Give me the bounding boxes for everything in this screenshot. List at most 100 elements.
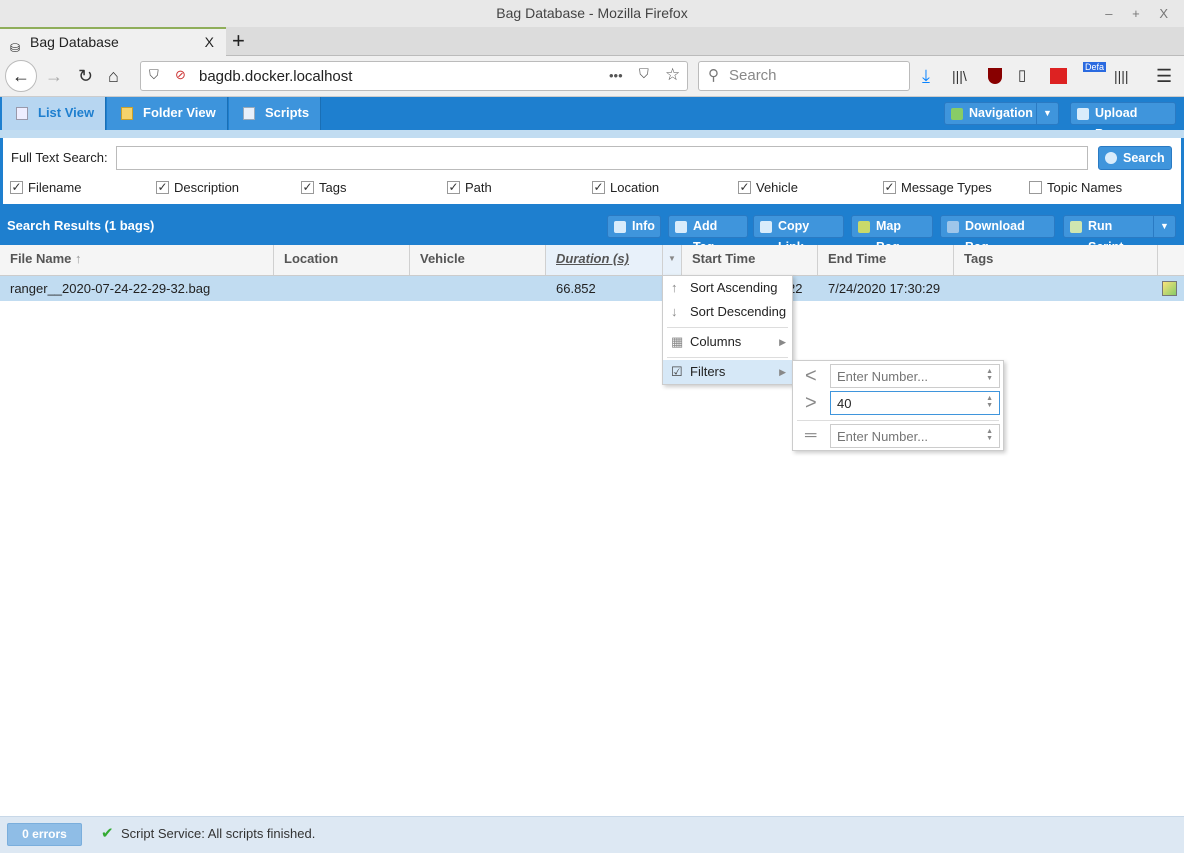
url-bar[interactable]: ⛉ ⊘ bagdb.docker.localhost ••• ⛉ ☆ (140, 61, 688, 91)
checkbox-icon[interactable] (1029, 181, 1042, 194)
full-text-search-input[interactable] (116, 146, 1088, 170)
navigation-label: Navigation (969, 106, 1033, 120)
spinner-icon[interactable]: ▲ ▼ (986, 395, 993, 409)
column-end-time[interactable]: End Time (818, 245, 954, 275)
copy-link-button[interactable]: Copy Link (753, 215, 844, 254)
extension-icon[interactable] (1050, 68, 1067, 84)
browser-search-input[interactable]: ⚲ Search (698, 61, 910, 91)
tab-scripts[interactable]: Scripts (229, 97, 321, 130)
search-button[interactable]: Search (1098, 146, 1172, 170)
shield-icon: ⛉ (149, 67, 159, 82)
field-checkbox-message-types[interactable]: ✓ Message Types (883, 180, 992, 195)
menu-separator (797, 420, 999, 421)
checkbox-icon[interactable]: ✓ (738, 181, 751, 194)
column-file-name[interactable]: File Name ↑ (0, 245, 274, 275)
window-controls[interactable]: – + X (1105, 0, 1176, 27)
spinner-icon[interactable]: ▲ ▼ (986, 368, 993, 382)
field-checkbox-path[interactable]: ✓ Path (447, 180, 492, 195)
library-icon[interactable]: |||\ (952, 62, 967, 90)
home-icon[interactable]: ⌂ (108, 62, 119, 90)
field-checkbox-tags[interactable]: ✓ Tags (301, 180, 346, 195)
bookmark-star-icon[interactable]: ☆ (665, 65, 680, 85)
page-actions-icon[interactable]: ••• (609, 68, 623, 83)
checkbox-icon[interactable]: ✓ (883, 181, 896, 194)
reload-icon[interactable]: ↻ (78, 62, 93, 90)
column-menu-trigger[interactable]: ▼ (663, 245, 682, 275)
equals-input[interactable] (830, 424, 1000, 448)
search-button-label: Search (1123, 151, 1165, 165)
results-title: Search Results (1 bags) (7, 218, 155, 233)
menu-label: Sort Ascending (690, 280, 778, 295)
status-message: Script Service: All scripts finished. (121, 826, 316, 841)
menu-item-columns[interactable]: ▦ Columns ▶ (663, 330, 792, 354)
status-bar: 0 errors ✔ Script Service: All scripts f… (0, 816, 1184, 853)
checkbox-label: Message Types (901, 180, 992, 195)
list-icon (16, 107, 28, 120)
close-tab-icon[interactable]: X (205, 29, 214, 55)
field-checkbox-description[interactable]: ✓ Description (156, 180, 239, 195)
table-row[interactable]: ranger__2020-07-24-22-29-32.bag 66.852 2… (0, 276, 1184, 301)
upload-icon (1077, 108, 1089, 120)
checkbox-label: Location (610, 180, 660, 195)
info-button[interactable]: Info (607, 215, 661, 238)
sidebar-icon[interactable]: ▯ (1018, 62, 1026, 90)
checkbox-icon[interactable]: ✓ (301, 181, 314, 194)
menu-separator (667, 357, 788, 358)
download-icon[interactable]: ⤓ (922, 62, 930, 90)
add-tag-button[interactable]: Add Tag (668, 215, 748, 254)
errors-button[interactable]: 0 errors (7, 823, 82, 846)
column-start-time[interactable]: Start Time (682, 245, 818, 275)
menu-item-sort-descending[interactable]: ↓ Sort Descending (663, 300, 792, 324)
checkbox-icon[interactable]: ✓ (156, 181, 169, 194)
checkbox-checked-icon: ☑ (671, 364, 683, 379)
checkbox-icon[interactable]: ✓ (592, 181, 605, 194)
checkbox-icon[interactable]: ✓ (447, 181, 460, 194)
map-icon[interactable] (1162, 281, 1177, 296)
checkbox-icon[interactable]: ✓ (10, 181, 23, 194)
menu-icon[interactable]: ☰ (1156, 62, 1172, 90)
chevron-right-icon: ▶ (779, 367, 786, 377)
chevron-down-icon[interactable]: ▼ (1153, 216, 1175, 237)
search-placeholder: Search (729, 67, 777, 84)
spinner-icon[interactable]: ▲ ▼ (986, 428, 993, 442)
chevron-down-icon[interactable]: ▼ (1036, 103, 1058, 124)
column-label: Start Time (692, 251, 756, 266)
field-checkbox-filename[interactable]: ✓ Filename (10, 180, 81, 195)
new-tab-button[interactable]: + (232, 27, 245, 54)
run-script-button[interactable]: Run Script▼ (1063, 215, 1176, 254)
back-icon[interactable]: ← (5, 60, 37, 92)
browser-tab[interactable]: ⛁ Bag Database X (0, 27, 226, 56)
search-panel: Full Text Search: Search ✓ Filename ✓ Descr… (0, 138, 1184, 204)
filter-submenu: < ▲▼ > ▲▼ ═ ▲▼ (792, 360, 1004, 451)
navigation-button[interactable]: Navigation ▼ (944, 102, 1059, 125)
menu-label: Columns (690, 334, 742, 349)
filter-less-than: < ▲▼ (793, 364, 1003, 390)
tab-list-view[interactable]: List View (2, 97, 106, 130)
download-bag-button[interactable]: Download Bag (940, 215, 1055, 254)
extension-fence-icon[interactable]: |||| (1114, 62, 1129, 90)
url-text: bagdb.docker.localhost (199, 68, 353, 85)
field-checkbox-vehicle[interactable]: ✓ Vehicle (738, 180, 798, 195)
map-bag-button[interactable]: Map Bag (851, 215, 933, 254)
forward-icon[interactable]: → (45, 62, 63, 90)
full-text-search-label: Full Text Search: (11, 150, 108, 165)
less-than-input[interactable] (830, 364, 1000, 388)
run-script-icon (1070, 221, 1082, 233)
pocket-icon[interactable]: ⛉ (639, 66, 649, 82)
column-tags[interactable]: Tags (954, 245, 1158, 275)
extension-badge: Defa (1083, 62, 1107, 72)
upload-bags-button[interactable]: Upload Bags (1070, 102, 1176, 141)
menu-item-filters[interactable]: ☑ Filters ▶ (663, 360, 792, 384)
ublock-icon[interactable] (988, 68, 1002, 84)
column-location[interactable]: Location (274, 245, 410, 275)
column-vehicle[interactable]: Vehicle (410, 245, 546, 275)
column-duration[interactable]: Duration (s) (546, 245, 663, 275)
menu-item-sort-ascending[interactable]: ↑ Sort Ascending (663, 276, 792, 300)
column-label: Location (284, 251, 339, 266)
tab-label: List View (38, 105, 95, 120)
field-checkbox-location[interactable]: ✓ Location (592, 180, 659, 195)
greater-than-input[interactable] (830, 391, 1000, 415)
tab-folder-view[interactable]: Folder View (107, 97, 228, 130)
checkbox-label: Vehicle (756, 180, 798, 195)
field-checkbox-topic-names[interactable]: Topic Names (1029, 180, 1122, 195)
